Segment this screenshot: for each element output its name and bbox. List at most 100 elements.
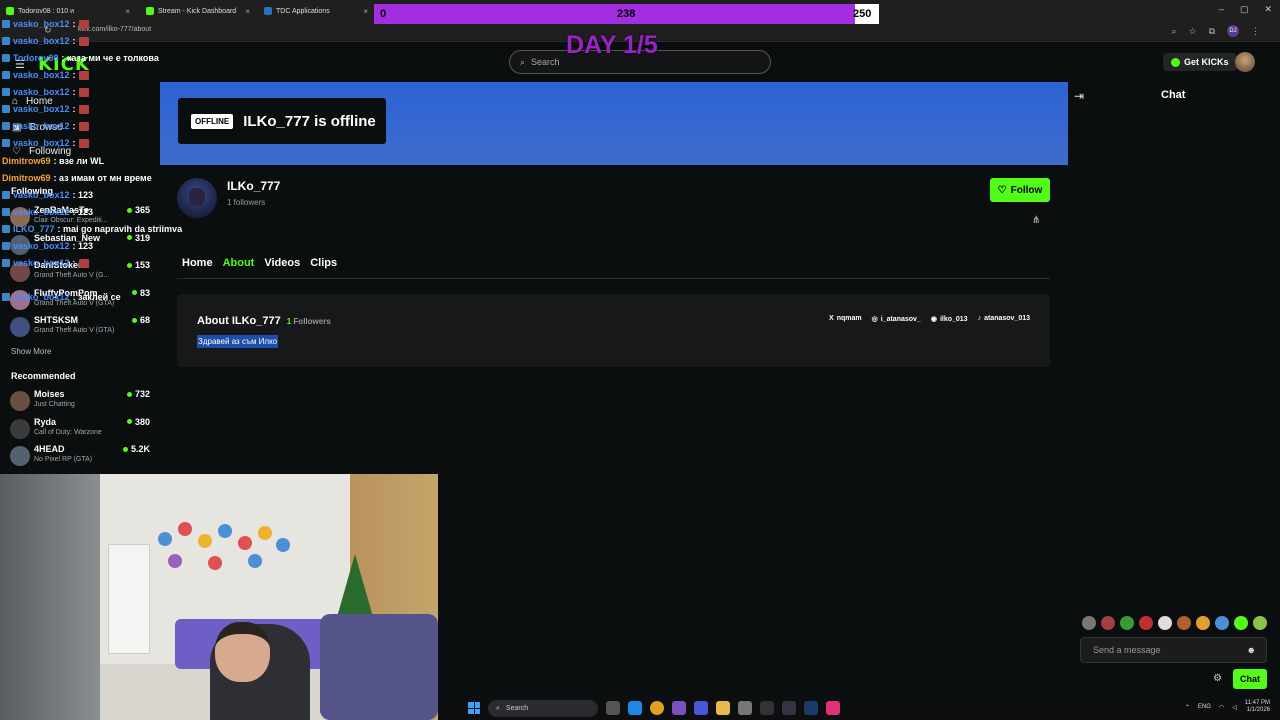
window-controls: – ▢ ✕ (1219, 4, 1272, 15)
tab-videos[interactable]: Videos (264, 257, 300, 269)
close-tab-icon[interactable]: × (125, 7, 130, 16)
collapse-chat-icon[interactable]: ⇥ (1074, 89, 1084, 103)
user-avatar[interactable] (1235, 52, 1255, 72)
emote-icon[interactable] (1139, 616, 1153, 630)
webcam-streamer-head (215, 622, 270, 682)
tdc-favicon-icon (264, 7, 272, 15)
wifi-icon[interactable]: ◠ (1219, 704, 1224, 711)
file-explorer-icon[interactable] (716, 701, 730, 715)
sidebar-channel[interactable]: SHTSKSM Grand Theft Auto V (GTA) 68 (10, 315, 150, 341)
browser-tab-1[interactable]: Todorov08 : 010 и × (0, 2, 136, 20)
search-icon: ⌕ (520, 56, 526, 67)
url-field[interactable]: kick.com/ilko-777/about (78, 26, 151, 33)
browser-tab-3[interactable]: TDC Applications × (258, 2, 374, 20)
nav-home-label: Home (26, 96, 53, 107)
taskbar-clock[interactable]: 11:47 PM 1/1/2026 (1245, 700, 1270, 714)
chat-message-input[interactable]: Send a message ☻ (1080, 637, 1267, 663)
follow-button[interactable]: ♡ Follow (990, 178, 1050, 202)
taskbar-apps (606, 701, 840, 715)
emote-icon[interactable] (1253, 616, 1267, 630)
instagram-icon: ◎ (871, 316, 878, 323)
zoom-icon[interactable]: ⌕ (1171, 26, 1176, 37)
send-chat-button[interactable]: Chat (1233, 669, 1267, 689)
sidebar-channel[interactable]: FluffyPomPom Grand Theft Auto V (GTA) 83 (10, 288, 150, 314)
steam-icon[interactable] (804, 701, 818, 715)
kick-logo[interactable]: KICK (38, 54, 90, 75)
app-icon[interactable] (738, 701, 752, 715)
emote-icon[interactable] (1215, 616, 1229, 630)
browser-tab-2[interactable]: Stream - Kick Dashboard × (140, 2, 256, 20)
emote-icon[interactable] (1082, 616, 1096, 630)
edge-icon[interactable] (628, 701, 642, 715)
close-tab-icon[interactable]: × (245, 7, 250, 16)
reload-icon[interactable]: ↻ (44, 25, 52, 36)
chrome-icon[interactable] (650, 701, 664, 715)
share-icon[interactable]: ⋔ (1032, 215, 1040, 226)
emote-icon[interactable] (1196, 616, 1210, 630)
taskbar-search[interactable]: ⌕ Search (488, 700, 598, 717)
task-view-icon[interactable] (606, 701, 620, 715)
nav-browse[interactable]: ▣ Browse (12, 122, 63, 133)
app-icon[interactable] (760, 701, 774, 715)
social-x-link[interactable]: Xnqmam (829, 315, 862, 323)
follow-label: Follow (1010, 184, 1043, 196)
tab-about[interactable]: About (223, 257, 255, 269)
get-kicks-button[interactable]: Get KICKs (1163, 53, 1237, 71)
channel-name: Moises (34, 389, 65, 399)
discord-icon[interactable] (694, 701, 708, 715)
app-icon[interactable] (782, 701, 796, 715)
volume-icon[interactable]: ◁ (1232, 704, 1237, 711)
emote-icon[interactable] (1234, 616, 1248, 630)
sidebar-channel[interactable]: Sebastian_New 319 (10, 233, 150, 259)
sticker (158, 532, 172, 546)
about-followers: 1 Followers (287, 317, 331, 326)
emoji-icon[interactable]: ☻ (1247, 645, 1256, 655)
show-more-link[interactable]: Show More (11, 347, 51, 356)
tray-chevron-icon[interactable]: ⌃ (1185, 704, 1190, 711)
extensions-icon[interactable]: ⧉ (1209, 26, 1215, 37)
viewer-count-value: 319 (134, 232, 150, 243)
language-indicator[interactable]: ENG (1198, 704, 1211, 710)
live-dot-icon (126, 262, 132, 268)
social-tiktok-link[interactable]: ♪ atanasov_013 (978, 315, 1030, 323)
sidebar-channel[interactable]: Ryda Call of Duty: Warzone 380 (10, 417, 150, 443)
sidebar-channel[interactable]: ZenRaMasTe Clair Obscur: Expediti... 365 (10, 205, 150, 231)
sidebar-channel[interactable]: Moises Just Chatting 732 (10, 389, 150, 415)
nav-home[interactable]: ⌂ Home (12, 96, 53, 107)
viewer-count-value: 380 (134, 416, 150, 427)
maximize-icon[interactable]: ▢ (1240, 4, 1249, 15)
day-label: DAY 1/5 (566, 31, 658, 59)
viewer-count-value: 732 (134, 389, 150, 399)
chat-settings-gear-icon[interactable]: ⚙ (1213, 673, 1222, 684)
tab-clips[interactable]: Clips (310, 257, 337, 269)
profile-icon[interactable]: DJ (1227, 25, 1239, 37)
sidebar-channel[interactable]: 4HEAD No Pixel RP (GTA) 5.2K (10, 444, 150, 470)
bookmark-star-icon[interactable]: ☆ (1188, 26, 1196, 37)
windows-start-icon[interactable] (468, 702, 480, 714)
emote-icon[interactable] (1177, 616, 1191, 630)
heart-icon: ♡ (997, 184, 1007, 196)
emote-icon[interactable] (1101, 616, 1115, 630)
channel-avatar (10, 317, 30, 337)
tab-home[interactable]: Home (182, 257, 213, 269)
nav-following-label: Following (28, 146, 72, 157)
sidebar-channel[interactable]: DaniStoken Grand Theft Auto V (G... 153 (10, 260, 150, 286)
channel-avatar (10, 234, 30, 255)
menu-dots-icon[interactable]: ⋮ (1251, 26, 1260, 37)
hamburger-menu-icon[interactable]: ☰ (15, 58, 25, 71)
minimize-icon[interactable]: – (1219, 4, 1224, 15)
social-discord-link[interactable]: ◉ ilko_013 (931, 315, 968, 323)
offline-title: ILKo_777 is offline (243, 112, 376, 130)
channel-name: ZenRaMasTe (34, 205, 89, 215)
app-icon[interactable] (672, 701, 686, 715)
emote-icon[interactable] (1120, 616, 1134, 630)
close-window-icon[interactable]: ✕ (1264, 4, 1272, 15)
viewer-count: 153 (126, 260, 150, 270)
app-icon[interactable] (826, 701, 840, 715)
emote-icon[interactable] (1158, 616, 1172, 630)
nav-following[interactable]: ♡ Following (12, 146, 71, 157)
close-tab-icon[interactable]: × (363, 7, 368, 16)
channel-avatar[interactable] (177, 178, 217, 218)
social-instagram-link[interactable]: ◎ i_atanasov_ (872, 315, 921, 323)
channel-category: Clair Obscur: Expediti... (34, 217, 108, 224)
